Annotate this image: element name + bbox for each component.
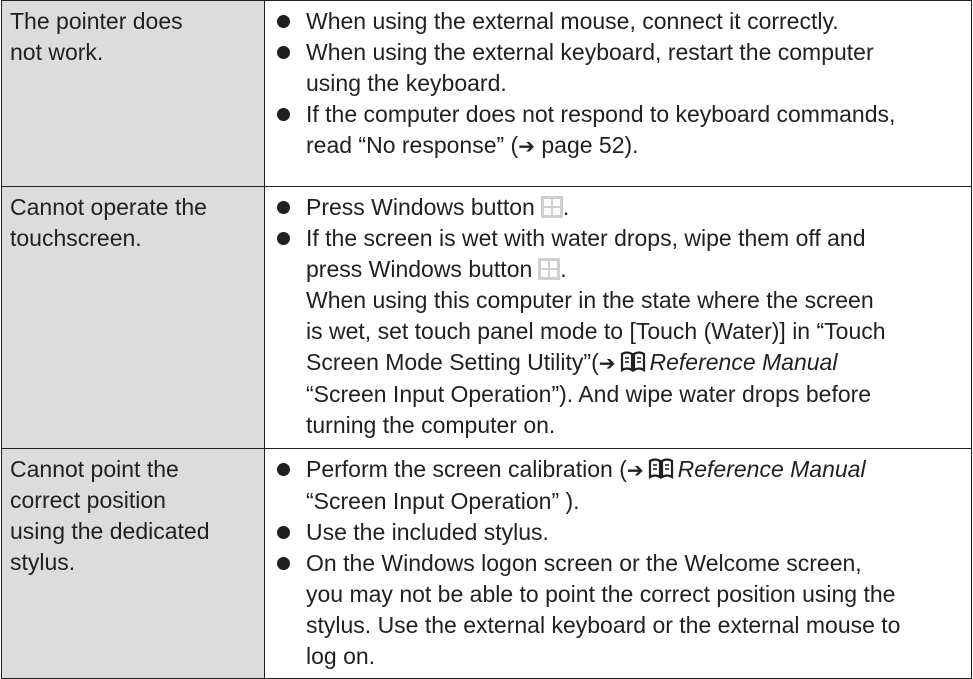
reference-manual-book-icon xyxy=(648,458,673,479)
solution-text: “Screen Input Operation” ). xyxy=(306,488,580,514)
problem-text: Cannot operate the xyxy=(10,194,207,220)
list-item: If the screen is wet with water drops, w… xyxy=(277,223,961,441)
solution-text: On the Windows logon screen or the Welco… xyxy=(306,550,862,576)
solution-text: When using the external keyboard, restar… xyxy=(306,39,874,65)
bullet-icon xyxy=(277,201,290,214)
problem-cell: Cannot operate the touchscreen. xyxy=(1,186,265,449)
bullet-icon xyxy=(277,15,290,28)
solution-text: you may not be able to point the correct… xyxy=(306,581,896,607)
arrow-icon: ➔ xyxy=(626,458,644,482)
bullet-icon xyxy=(277,232,290,245)
solution-text: When using this computer in the state wh… xyxy=(306,287,874,313)
solution-text: log on. xyxy=(306,643,376,669)
solution-text: turning the computer on. xyxy=(306,412,556,438)
problem-text: Cannot point the xyxy=(10,456,179,482)
problem-text: not work. xyxy=(10,39,104,65)
arrow-icon: ➔ xyxy=(598,351,616,375)
page-reference-link[interactable]: page 52). xyxy=(535,132,638,158)
solution-text-part: Screen Mode Setting Utility”( xyxy=(306,349,599,375)
problem-cell: The pointer does not work. xyxy=(1,0,265,187)
bullet-icon xyxy=(277,557,290,570)
solution-list: Press Windows button. If the screen is w… xyxy=(277,192,961,441)
solution-text: “Screen Input Operation”). And wipe wate… xyxy=(306,381,872,407)
problem-text: correct position xyxy=(10,487,166,513)
solution-text: read “No response” (➔ page 52). xyxy=(306,130,961,162)
solution-text-part: press Windows button xyxy=(306,256,533,282)
list-item: On the Windows logon screen or the Welco… xyxy=(277,548,961,672)
windows-logo-icon xyxy=(538,258,561,280)
solution-text: stylus. Use the external keyboard or the… xyxy=(306,612,901,638)
arrow-icon: ➔ xyxy=(518,134,535,158)
solution-text: press Windows button. xyxy=(306,256,567,282)
solution-text-part: read “No response” ( xyxy=(306,132,519,158)
troubleshooting-table-wrapper: The pointer does not work. When using th… xyxy=(0,0,973,679)
bullet-icon xyxy=(277,463,290,476)
table-row: Cannot point the correct position using … xyxy=(1,448,972,679)
problem-cell: Cannot point the correct position using … xyxy=(1,448,265,679)
bullet-icon xyxy=(277,108,290,121)
list-item: Perform the screen calibration (➔ Referen… xyxy=(277,454,961,517)
problem-text: using the dedicated xyxy=(10,518,210,544)
solution-cell: Perform the screen calibration (➔ Referen… xyxy=(264,448,972,679)
solution-text: If the screen is wet with water drops, w… xyxy=(306,225,866,251)
solution-text: If the computer does not respond to keyb… xyxy=(306,101,896,127)
solution-text: Screen Mode Setting Utility”(➔ Reference … xyxy=(306,347,961,379)
reference-manual-book-icon xyxy=(620,351,645,372)
list-item: Use the included stylus. xyxy=(277,517,961,548)
solution-text: When using the external mouse, connect i… xyxy=(306,8,839,34)
solution-list: When using the external mouse, connect i… xyxy=(277,6,961,162)
solution-text: Use the included stylus. xyxy=(306,519,549,545)
solution-list: Perform the screen calibration (➔ Referen… xyxy=(277,454,961,672)
solution-text-part: Press Windows button xyxy=(306,194,535,220)
list-item: When using the external mouse, connect i… xyxy=(277,6,961,37)
list-item: When using the external keyboard, restar… xyxy=(277,37,961,99)
bullet-icon xyxy=(277,46,290,59)
reference-manual-link[interactable]: Reference Manual xyxy=(678,456,866,482)
solution-text: Perform the screen calibration (➔ Referen… xyxy=(306,454,961,486)
solution-text-part: Perform the screen calibration ( xyxy=(306,456,627,482)
table-row: The pointer does not work. When using th… xyxy=(1,0,972,187)
list-item: Press Windows button. xyxy=(277,192,961,223)
bullet-icon xyxy=(277,526,290,539)
problem-text: The pointer does xyxy=(10,8,183,34)
problem-text: touchscreen. xyxy=(10,225,142,251)
solution-cell: When using the external mouse, connect i… xyxy=(264,0,972,187)
troubleshooting-table: The pointer does not work. When using th… xyxy=(1,0,972,679)
solution-text: Press Windows button. xyxy=(306,194,570,220)
solution-text: using the keyboard. xyxy=(306,70,507,96)
solution-cell: Press Windows button. If the screen is w… xyxy=(264,186,972,449)
list-item: If the computer does not respond to keyb… xyxy=(277,99,961,162)
table-row: Cannot operate the touchscreen. Press Wi… xyxy=(1,186,972,449)
reference-manual-link[interactable]: Reference Manual xyxy=(650,349,838,375)
problem-text: stylus. xyxy=(10,549,76,575)
windows-logo-icon xyxy=(540,196,563,218)
solution-text: is wet, set touch panel mode to [Touch (… xyxy=(306,318,886,344)
